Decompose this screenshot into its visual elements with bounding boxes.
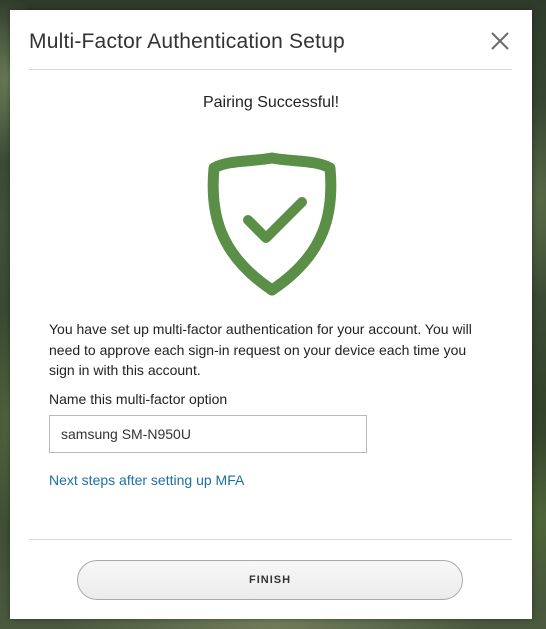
next-steps-link[interactable]: Next steps after setting up MFA (49, 472, 244, 488)
shield-check-icon (204, 150, 340, 296)
dialog-title: Multi-Factor Authentication Setup (29, 30, 345, 53)
mfa-setup-dialog: Multi-Factor Authentication Setup Pairin… (10, 10, 532, 619)
close-icon[interactable] (488, 29, 512, 53)
name-field-label: Name this multi-factor option (49, 391, 228, 407)
mfa-name-input[interactable] (49, 415, 367, 453)
footer-divider (29, 539, 512, 540)
dialog-header: Multi-Factor Authentication Setup (29, 10, 512, 70)
status-heading: Pairing Successful! (202, 94, 340, 111)
finish-button[interactable]: FINISH (77, 560, 463, 600)
confirmation-message: You have set up multi-factor authenticat… (49, 321, 472, 378)
